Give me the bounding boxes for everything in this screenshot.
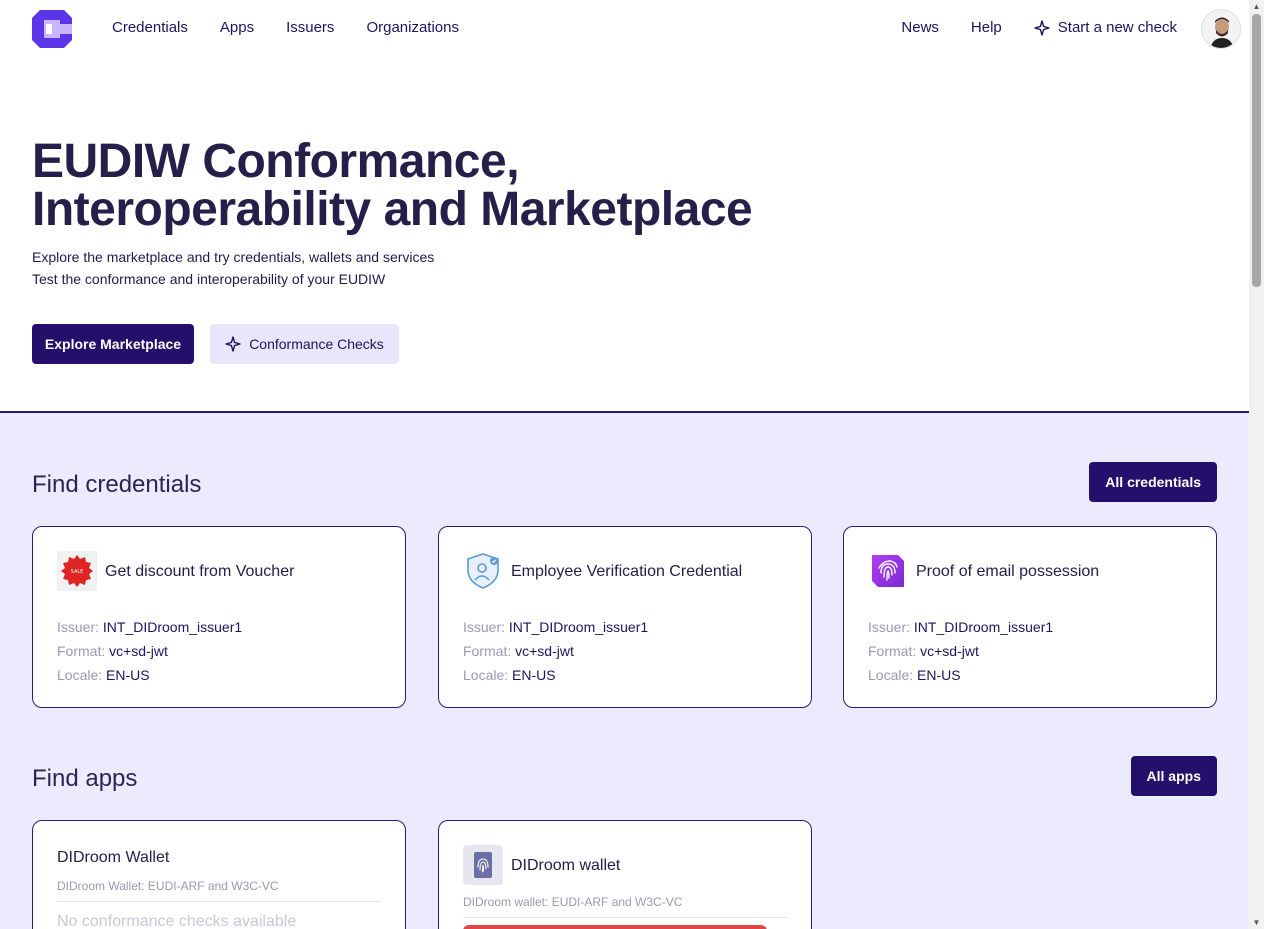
nav-help[interactable]: Help bbox=[971, 19, 1002, 36]
find-credentials-title: Find credentials bbox=[32, 471, 202, 498]
scroll-up-arrow-icon[interactable]: ▲ bbox=[1252, 2, 1261, 11]
format-value: vc+sd-jwt bbox=[515, 643, 574, 659]
sparkle-icon bbox=[225, 336, 241, 352]
subtitle-line-2: Test the conformance and interoperabilit… bbox=[32, 271, 386, 287]
secondary-nav: News Help Start a new check bbox=[901, 19, 1177, 36]
credential-name: Proof of email possession bbox=[916, 563, 1100, 580]
nav-issuers[interactable]: Issuers bbox=[286, 19, 334, 36]
credential-meta: Issuer: INT_DIDroom_issuer1 Format: vc+s… bbox=[463, 615, 648, 687]
nav-organizations[interactable]: Organizations bbox=[366, 19, 459, 36]
scrollbar-thumb[interactable] bbox=[1252, 14, 1261, 287]
issuer-label: Issuer: bbox=[57, 619, 100, 635]
fingerprint-icon bbox=[872, 555, 904, 587]
card-divider bbox=[463, 917, 787, 918]
format-label: Format: bbox=[463, 643, 512, 659]
no-conformance-checks: No conformance checks available bbox=[57, 913, 297, 929]
format-value: vc+sd-jwt bbox=[109, 643, 168, 659]
start-new-check-link[interactable]: Start a new check bbox=[1034, 19, 1177, 36]
page-scrollbar[interactable]: ▲ ▼ bbox=[1249, 0, 1264, 929]
credential-name: Get discount from Voucher bbox=[105, 563, 295, 580]
wallet-app-icon bbox=[463, 845, 503, 885]
voucher-icon: SALE bbox=[57, 551, 97, 591]
issuer-value: INT_DIDroom_issuer1 bbox=[913, 619, 1054, 635]
locale-value: EN-US bbox=[106, 667, 150, 683]
explore-marketplace-button[interactable]: Explore Marketplace bbox=[32, 324, 194, 364]
app-name: DIDroom Wallet bbox=[57, 849, 170, 866]
top-navigation: Credentials Apps Issuers Organizations N… bbox=[0, 0, 1249, 58]
credential-name: Employee Verification Credential bbox=[511, 563, 743, 580]
locale-label: Locale: bbox=[463, 667, 509, 683]
user-avatar[interactable] bbox=[1201, 9, 1241, 49]
conformance-checks-label: Conformance Checks bbox=[249, 336, 384, 352]
card-divider bbox=[57, 901, 381, 902]
user-portrait-icon bbox=[1202, 10, 1240, 48]
page-title: EUDIW Conformance, Interoperability and … bbox=[32, 135, 753, 236]
nav-apps[interactable]: Apps bbox=[220, 19, 254, 36]
credential-meta: Issuer: INT_DIDroom_issuer1 Format: vc+s… bbox=[868, 615, 1053, 687]
nav-news[interactable]: News bbox=[901, 19, 939, 36]
main-nav: Credentials Apps Issuers Organizations bbox=[112, 19, 459, 36]
credential-card[interactable]: Proof of email possession Issuer: INT_DI… bbox=[843, 526, 1217, 708]
sparkle-icon bbox=[1034, 19, 1050, 36]
conformance-checks-button[interactable]: Conformance Checks bbox=[210, 324, 399, 364]
format-label: Format: bbox=[57, 643, 106, 659]
issuer-value: INT_DIDroom_issuer1 bbox=[508, 619, 649, 635]
svg-text:SALE: SALE bbox=[71, 569, 84, 575]
all-apps-button[interactable]: All apps bbox=[1130, 756, 1217, 796]
app-logo-icon[interactable] bbox=[32, 10, 72, 48]
format-value: vc+sd-jwt bbox=[920, 643, 979, 659]
scroll-down-arrow-icon[interactable]: ▼ bbox=[1252, 918, 1261, 927]
shield-user-icon bbox=[467, 553, 499, 589]
app-card[interactable]: DIDroom Wallet DIDroom Wallet: EUDI-ARF … bbox=[32, 820, 406, 929]
credential-meta: Issuer: INT_DIDroom_issuer1 Format: vc+s… bbox=[57, 615, 242, 687]
issuer-value: INT_DIDroom_issuer1 bbox=[102, 619, 243, 635]
all-credentials-button[interactable]: All credentials bbox=[1089, 462, 1217, 502]
hero-section: EUDIW Conformance, Interoperability and … bbox=[0, 58, 1249, 412]
format-label: Format: bbox=[868, 643, 917, 659]
locale-label: Locale: bbox=[57, 667, 103, 683]
credential-card[interactable]: SALE Get discount from Voucher Issuer: I… bbox=[32, 526, 406, 708]
title-line-1: EUDIW Conformance, bbox=[32, 135, 520, 188]
issuer-label: Issuer: bbox=[463, 619, 506, 635]
app-name: DIDroom wallet bbox=[511, 857, 621, 874]
credential-card[interactable]: Employee Verification Credential Issuer:… bbox=[438, 526, 812, 708]
locale-label: Locale: bbox=[868, 667, 914, 683]
locale-value: EN-US bbox=[512, 667, 556, 683]
status-bar bbox=[463, 925, 767, 929]
marketplace-section: Find credentials All credentials SALE Ge… bbox=[0, 411, 1249, 929]
subtitle-line-1: Explore the marketplace and try credenti… bbox=[32, 249, 435, 265]
find-apps-title: Find apps bbox=[32, 765, 138, 792]
app-description: DIDroom wallet: EUDI-ARF and W3C-VC bbox=[463, 895, 683, 909]
nav-credentials[interactable]: Credentials bbox=[112, 19, 188, 36]
issuer-label: Issuer: bbox=[868, 619, 911, 635]
hero-subtitle: Explore the marketplace and try credenti… bbox=[32, 246, 434, 290]
start-new-check-label: Start a new check bbox=[1057, 19, 1177, 36]
app-description: DIDroom Wallet: EUDI-ARF and W3C-VC bbox=[57, 879, 279, 893]
locale-value: EN-US bbox=[917, 667, 961, 683]
app-card[interactable]: DIDroom wallet DIDroom wallet: EUDI-ARF … bbox=[438, 820, 812, 929]
title-line-2: Interoperability and Marketplace bbox=[32, 183, 753, 236]
